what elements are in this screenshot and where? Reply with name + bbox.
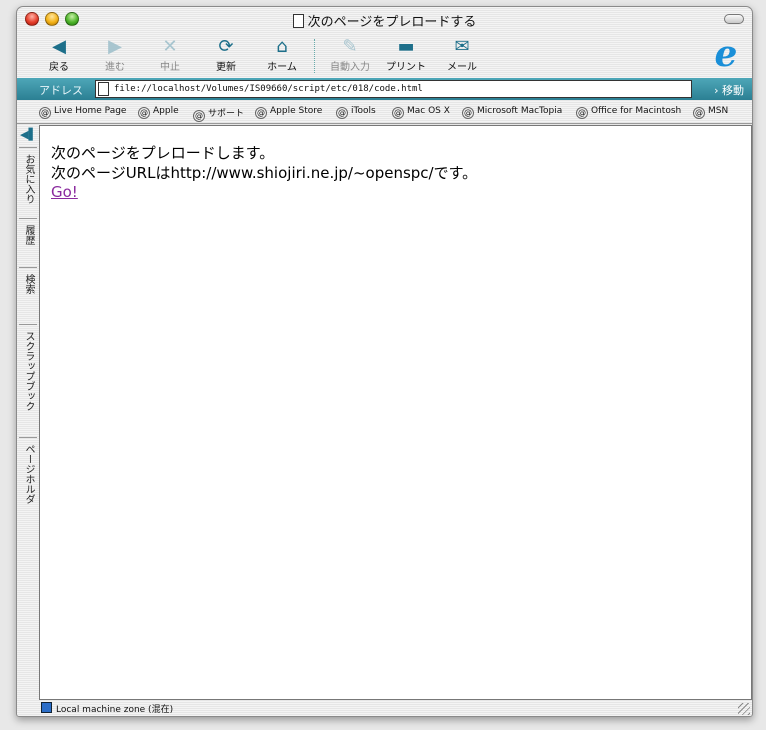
favorite-label: Live Home Page xyxy=(54,106,127,116)
favorite-at-icon: @ xyxy=(255,107,267,119)
favorite-at-icon: @ xyxy=(193,110,205,122)
page-content: 次のページをプレロードします。 次のページURLはhttp://www.shio… xyxy=(39,125,752,700)
address-field[interactable] xyxy=(95,80,692,98)
back-arrow-icon: ◀ xyxy=(52,36,66,57)
printer-icon: ▬ xyxy=(397,36,415,57)
print-button[interactable]: ▬ プリント xyxy=(378,35,434,75)
page-document-icon[interactable] xyxy=(98,82,109,96)
favorite-at-icon: @ xyxy=(138,107,150,119)
favorite-support[interactable]: @ サポート xyxy=(193,106,244,122)
favorite-itools[interactable]: @ iTools xyxy=(336,106,376,119)
status-bar: Local machine zone (混在) xyxy=(39,701,752,716)
window-title: 次のページをプレロードする xyxy=(17,11,752,30)
favorite-label: Microsoft MacTopia xyxy=(477,106,563,116)
go-chevron-icon: › xyxy=(714,84,719,97)
favorite-at-icon: @ xyxy=(392,107,404,119)
go-link[interactable]: Go! xyxy=(51,183,78,201)
favorite-live-home-page[interactable]: @ Live Home Page xyxy=(39,106,126,119)
address-label: アドレス xyxy=(39,84,83,97)
stop-label: 中止 xyxy=(160,62,180,73)
go-label: 移動 xyxy=(722,84,744,97)
explorer-bar-tabs: ◀▌ お気に入り 履歴 検索 スクラップブック ページホルダ xyxy=(17,125,39,699)
computer-zone-icon xyxy=(41,702,52,713)
home-button[interactable]: ⌂ ホーム xyxy=(254,35,310,75)
stop-x-icon: ✕ xyxy=(162,36,178,57)
favorite-label: サポート xyxy=(208,109,245,119)
address-bar: アドレス › 移動 xyxy=(17,78,752,100)
favorite-at-icon: @ xyxy=(336,107,348,119)
home-label: ホーム xyxy=(267,62,297,73)
favorite-at-icon: @ xyxy=(39,107,51,119)
content-line-2: 次のページURLはhttp://www.shiojiri.ne.jp/~open… xyxy=(51,164,478,182)
home-icon: ⌂ xyxy=(276,36,288,57)
go-button[interactable]: › 移動 xyxy=(714,82,744,98)
favorite-apple-store[interactable]: @ Apple Store xyxy=(255,106,322,119)
favorite-at-icon: @ xyxy=(576,107,588,119)
tab-history[interactable]: 履歴 xyxy=(19,218,37,266)
title-bar[interactable]: 次のページをプレロードする xyxy=(17,7,752,31)
refresh-label: 更新 xyxy=(216,62,236,73)
favorite-at-icon: @ xyxy=(693,107,705,119)
tab-favorites[interactable]: お気に入り xyxy=(19,147,37,217)
favorite-microsoft-mactopia[interactable]: @ Microsoft MacTopia xyxy=(462,106,562,119)
favorites-bar: @ Live Home Page @ Apple @ サポート @ Apple Stor… xyxy=(17,102,752,124)
toolbar-toggle-button[interactable] xyxy=(724,14,744,24)
tab-scrapbook[interactable]: スクラップブック xyxy=(19,324,37,436)
favorite-label: Mac OS X xyxy=(407,106,450,116)
sidebar-toggle-icon[interactable]: ◀▌ xyxy=(20,128,37,142)
forward-button[interactable]: ▶ 進む xyxy=(87,35,143,75)
autofill-label: 自動入力 xyxy=(330,62,370,73)
mail-button[interactable]: ✉ メール xyxy=(434,35,490,75)
forward-arrow-icon: ▶ xyxy=(108,36,122,57)
tab-page-holder[interactable]: ページホルダ xyxy=(19,437,37,527)
favorite-label: iTools xyxy=(351,106,376,116)
refresh-icon: ⟳ xyxy=(218,36,234,57)
favorite-label: Apple Store xyxy=(270,106,323,116)
forward-label: 進む xyxy=(105,62,125,73)
document-icon xyxy=(292,14,304,28)
content-line-1: 次のページをプレロードします。 xyxy=(51,144,275,162)
window-title-text: 次のページをプレロードする xyxy=(307,15,477,30)
favorite-office-for-macintosh[interactable]: @ Office for Macintosh xyxy=(576,106,681,119)
security-zone-text: Local machine zone (混在) xyxy=(56,705,174,715)
mail-label: メール xyxy=(447,62,477,73)
favorite-label: Office for Macintosh xyxy=(591,106,682,116)
favorite-label: MSN xyxy=(708,106,729,116)
resize-grip-icon[interactable] xyxy=(738,703,750,715)
favorite-msn[interactable]: @ MSN xyxy=(693,106,728,119)
pen-icon: ✎ xyxy=(342,36,358,57)
stop-button[interactable]: ✕ 中止 xyxy=(142,35,198,75)
browser-window: 次のページをプレロードする ◀ 戻る ▶ 進む ✕ 中止 ⟳ 更新 ⌂ ホーム … xyxy=(16,6,753,717)
favorite-label: Apple xyxy=(153,106,179,116)
autofill-button[interactable]: ✎ 自動入力 xyxy=(322,35,378,75)
toolbar: ◀ 戻る ▶ 進む ✕ 中止 ⟳ 更新 ⌂ ホーム ✎ 自動入力 ▬ プリント … xyxy=(17,33,752,79)
tab-search[interactable]: 検索 xyxy=(19,267,37,323)
favorite-mac-os-x[interactable]: @ Mac OS X xyxy=(392,106,450,119)
envelope-icon: ✉ xyxy=(454,36,470,57)
address-input[interactable] xyxy=(114,82,684,96)
toolbar-separator xyxy=(314,39,315,73)
back-button[interactable]: ◀ 戻る xyxy=(31,35,87,75)
refresh-button[interactable]: ⟳ 更新 xyxy=(198,35,254,75)
favorite-apple[interactable]: @ Apple xyxy=(138,106,179,119)
internet-explorer-logo-icon: e xyxy=(714,33,738,75)
back-label: 戻る xyxy=(49,62,69,73)
favorite-at-icon: @ xyxy=(462,107,474,119)
print-label: プリント xyxy=(386,62,426,73)
